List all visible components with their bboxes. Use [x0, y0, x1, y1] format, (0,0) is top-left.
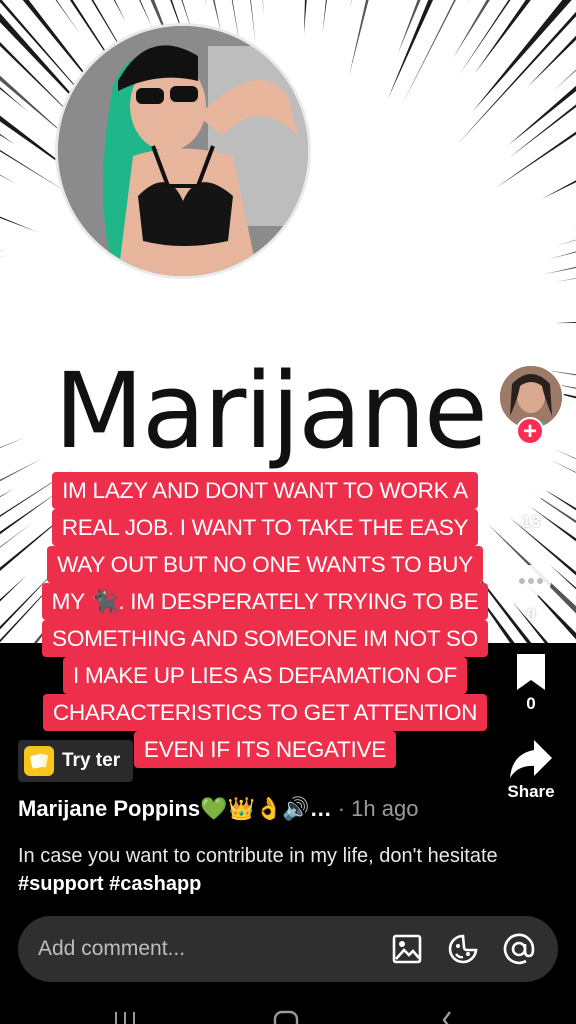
hashtag-link[interactable]: #cashapp: [109, 873, 201, 895]
comment-bar: [18, 916, 558, 982]
author-row[interactable]: Marijane Poppins💚👑👌🔊… · 1h ago: [18, 796, 418, 822]
speed-line: [548, 251, 576, 260]
overlay-line: I MAKE UP LIES AS DEFAMATION OF: [62, 657, 468, 694]
profile-display-name: Marijane: [54, 350, 488, 472]
speed-line: [349, 0, 352, 11]
share-label: Share: [507, 782, 555, 801]
speed-line: [0, 256, 6, 258]
recents-icon[interactable]: [112, 1008, 138, 1024]
overlay-line: WAY OUT BUT NO ONE WANTS TO BUY: [47, 546, 483, 583]
speed-line: [544, 266, 576, 275]
emoji-icon[interactable]: [446, 932, 480, 966]
comment-input[interactable]: [18, 936, 390, 962]
speed-line: [303, 0, 307, 35]
speed-line: [205, 0, 207, 7]
overlay-line: IM LAZY AND DONT WANT TO WORK A: [52, 472, 478, 509]
post-caption: In case you want to contribute in my lif…: [18, 842, 498, 898]
profile-photo: [58, 26, 308, 276]
author-name[interactable]: Marijane Poppins: [18, 796, 200, 821]
speed-line: [555, 322, 576, 324]
speed-line: [527, 35, 576, 88]
speed-line: [0, 204, 2, 206]
back-icon[interactable]: [438, 1008, 458, 1024]
speed-line: [397, 0, 421, 54]
speed-line: [541, 180, 576, 199]
speed-line: [472, 0, 572, 112]
system-nav-bar: [0, 1000, 576, 1024]
caption-text: In case you want to contribute in my lif…: [18, 845, 498, 867]
post-time: · 1h ago: [337, 796, 419, 821]
overlay-line: REAL JOB. I WANT TO TAKE THE EASY: [51, 509, 479, 546]
caption-overlay: IM LAZY AND DONT WANT TO WORK A REAL JOB…: [0, 472, 530, 768]
mention-icon[interactable]: [502, 932, 536, 966]
image-icon[interactable]: [390, 932, 424, 966]
overlay-line: MY 🐈‍⬛. IM DESPERATELY TRYING TO BE: [41, 583, 489, 620]
follow-plus-button[interactable]: +: [516, 417, 544, 445]
overlay-line: CHARACTERISTICS TO GET ATTENTION: [42, 694, 488, 731]
speed-line: [113, 0, 126, 22]
home-icon[interactable]: [272, 1008, 300, 1024]
overlay-line: SOMETHING AND SOMEONE IM NOT SO: [42, 620, 488, 657]
author-emoji: 💚👑👌🔊…: [200, 796, 332, 821]
speed-line: [262, 0, 264, 15]
speed-line: [387, 0, 434, 100]
speed-line: [139, 0, 153, 29]
hashtag-link[interactable]: #support: [18, 873, 104, 895]
overlay-line: EVEN IF ITS NEGATIVE: [133, 731, 397, 768]
speed-line: [553, 278, 576, 283]
